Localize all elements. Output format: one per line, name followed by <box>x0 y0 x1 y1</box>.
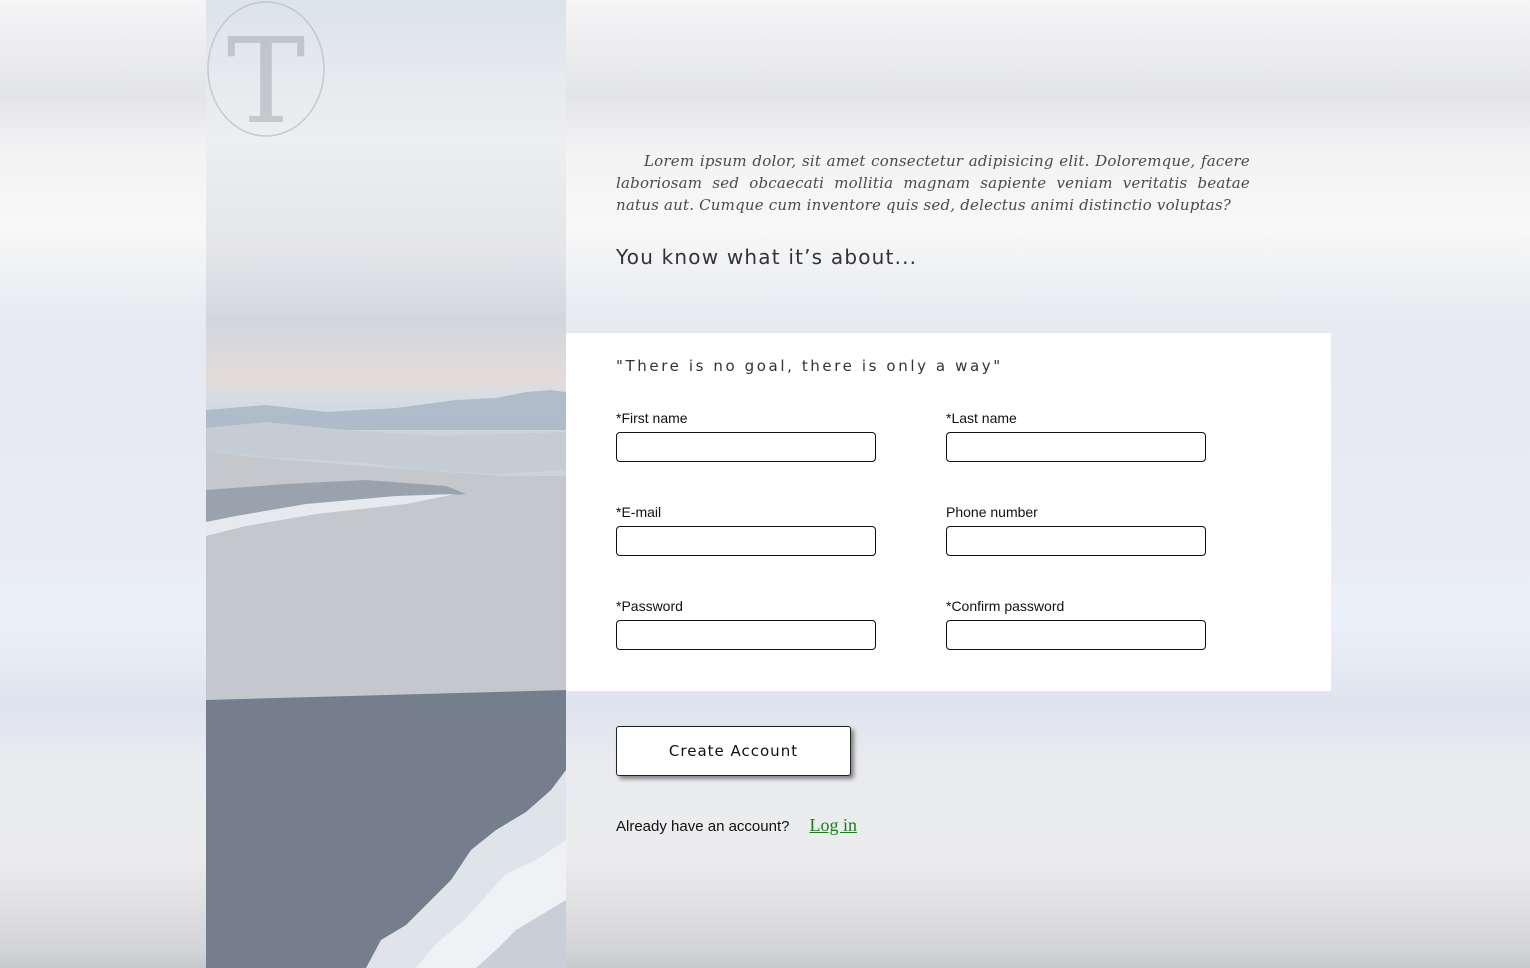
login-link[interactable]: Log in <box>809 815 857 836</box>
phone-input[interactable] <box>946 526 1206 556</box>
form-quote: "There is no goal, there is only a way" <box>616 357 1003 375</box>
signup-form: "There is no goal, there is only a way" … <box>566 333 1331 691</box>
last-name-label: *Last name <box>946 410 1017 426</box>
last-name-group: *Last name <box>946 410 1206 462</box>
logo-icon: T <box>207 1 325 138</box>
winter-river-illustration <box>206 390 566 968</box>
confirm-password-label: *Confirm password <box>946 598 1065 614</box>
phone-label: Phone number <box>946 504 1038 520</box>
svg-text:T: T <box>227 12 306 138</box>
intro-paragraph: Lorem ipsum dolor, sit amet consectetur … <box>616 152 1250 214</box>
password-label: *Password <box>616 598 683 614</box>
login-prompt: Already have an account? <box>616 818 790 835</box>
password-group: *Password <box>616 598 876 650</box>
password-input[interactable] <box>616 620 876 650</box>
tagline-heading: You know what it’s about... <box>616 245 918 269</box>
first-name-input[interactable] <box>616 432 876 462</box>
first-name-group: *First name <box>616 410 876 462</box>
first-name-label: *First name <box>616 410 688 426</box>
create-account-button[interactable]: Create Account <box>616 726 851 776</box>
email-label: *E-mail <box>616 504 662 520</box>
email-input[interactable] <box>616 526 876 556</box>
landscape-image-panel: T <box>206 0 566 968</box>
login-row: Already have an account? Log in <box>616 815 857 836</box>
confirm-password-group: *Confirm password <box>946 598 1206 650</box>
email-group: *E-mail <box>616 504 876 556</box>
confirm-password-input[interactable] <box>946 620 1206 650</box>
last-name-input[interactable] <box>946 432 1206 462</box>
phone-group: Phone number <box>946 504 1206 556</box>
